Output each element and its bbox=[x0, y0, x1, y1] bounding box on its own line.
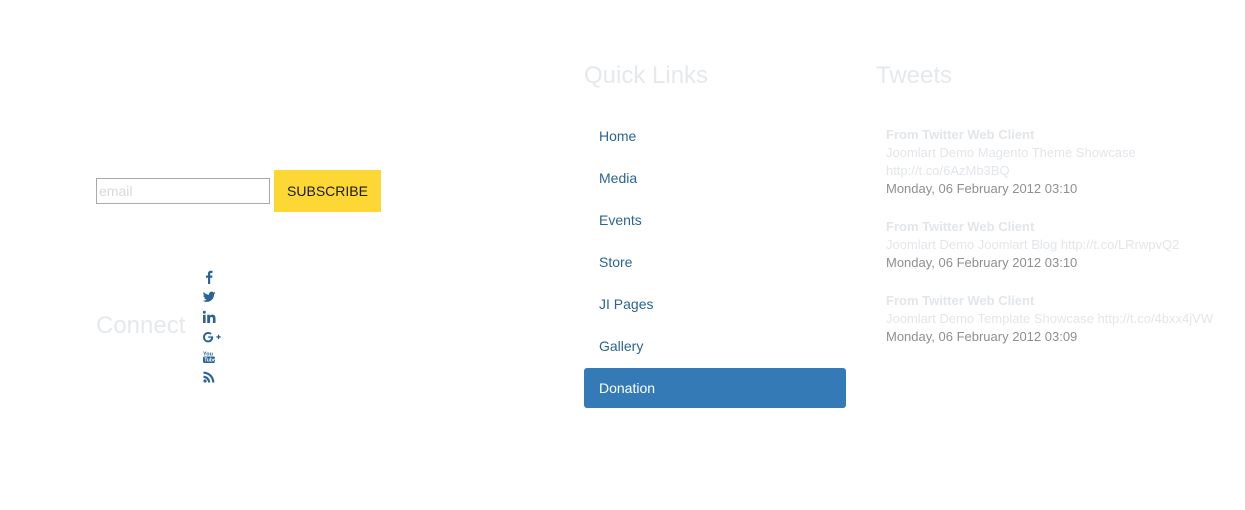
tweet-source: From Twitter Web Client bbox=[886, 127, 1035, 142]
quick-link-home[interactable]: Home bbox=[584, 116, 846, 156]
quick-link-media[interactable]: Media bbox=[584, 158, 846, 198]
tweet-body: Joomlart Demo Template Showcase http://t… bbox=[886, 310, 1226, 328]
social-icons: You Tube bbox=[202, 270, 226, 390]
tweet-body: Joomlart Demo Joomlart Blog http://t.co/… bbox=[886, 236, 1226, 254]
tweet-text: Joomlart Demo Template Showcase bbox=[886, 311, 1094, 326]
google-plus-icon[interactable] bbox=[202, 330, 226, 350]
tweet-source: From Twitter Web Client bbox=[886, 219, 1035, 234]
tweet-source: From Twitter Web Client bbox=[886, 293, 1035, 308]
facebook-icon[interactable] bbox=[202, 270, 226, 290]
tweet-date: Monday, 06 February 2012 03:10 bbox=[886, 181, 1078, 196]
tweet-date: Monday, 06 February 2012 03:10 bbox=[886, 255, 1078, 270]
tweet-link[interactable]: http://t.co/6AzMb3BQ bbox=[886, 163, 1010, 178]
quick-link-events[interactable]: Events bbox=[584, 200, 846, 240]
subscribe-form: SUBSCRIBE bbox=[96, 170, 381, 212]
tweet-link[interactable]: http://t.co/4bxx4jVW bbox=[1097, 311, 1213, 326]
tweet-link[interactable]: http://t.co/LRrwpvQ2 bbox=[1061, 237, 1180, 252]
youtube-icon[interactable]: You Tube bbox=[202, 350, 226, 370]
linkedin-icon[interactable] bbox=[202, 310, 226, 330]
email-input[interactable] bbox=[96, 178, 270, 204]
rss-icon[interactable] bbox=[202, 370, 226, 390]
quick-links-nav: Home Media Events Store JI Pages Gallery… bbox=[584, 116, 846, 410]
svg-text:Tube: Tube bbox=[204, 358, 216, 364]
twitter-icon[interactable] bbox=[202, 290, 226, 310]
tweet-item: From Twitter Web Client Joomlart Demo Te… bbox=[886, 292, 1226, 346]
tweet-item: From Twitter Web Client Joomlart Demo Ma… bbox=[886, 126, 1226, 198]
connect-heading: Connect bbox=[96, 312, 186, 339]
quick-link-donation[interactable]: Donation bbox=[584, 368, 846, 408]
quick-links-heading: Quick Links bbox=[584, 62, 709, 89]
tweet-text: Joomlart Demo Joomlart Blog bbox=[886, 237, 1058, 252]
quick-link-gallery[interactable]: Gallery bbox=[584, 326, 846, 366]
tweets-heading: Tweets bbox=[876, 62, 953, 89]
quick-link-store[interactable]: Store bbox=[584, 242, 846, 282]
quick-link-ji-pages[interactable]: JI Pages bbox=[584, 284, 846, 324]
tweet-text: Joomlart Demo Magento Theme Showcase bbox=[886, 145, 1136, 160]
tweet-date: Monday, 06 February 2012 03:09 bbox=[886, 329, 1078, 344]
subscribe-button[interactable]: SUBSCRIBE bbox=[274, 170, 381, 212]
tweet-item: From Twitter Web Client Joomlart Demo Jo… bbox=[886, 218, 1226, 272]
